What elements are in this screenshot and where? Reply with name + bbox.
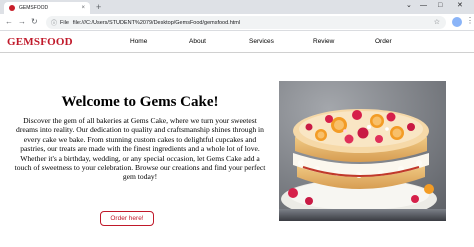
url-text[interactable]: file:///C:/Users/STUDENT%2079/Desktop/Ge… [73,20,240,26]
reload-icon[interactable]: ↻ [31,17,38,27]
profile-avatar[interactable] [452,17,462,27]
browser-menu-icon[interactable]: ⋮ [466,16,474,26]
browser-tabstrip: GEMSFOOD × + ⌄ — □ ✕ [0,0,474,14]
url-scheme-label: File [60,19,69,26]
close-tab-icon[interactable]: × [81,5,85,11]
site-header: GEMSFOOD Home About Services Review Orde… [0,31,474,53]
order-here-button[interactable]: Order here! [100,211,154,226]
hero-section: Welcome to Gems Cake! Discover the gem o… [0,54,474,247]
forward-arrow-icon[interactable]: → [18,17,26,27]
nav-review[interactable]: Review [313,38,334,45]
close-window-button[interactable]: ✕ [457,1,463,11]
back-arrow-icon[interactable]: ← [5,17,13,27]
hero-title: Welcome to Gems Cake! [61,94,219,110]
address-bar[interactable]: ⓘ File file:///C:/Users/STUDENT%2079/Des… [46,16,446,29]
nav-about[interactable]: About [189,38,206,45]
browser-toolbar: ← → ↻ ⓘ File file:///C:/Users/STUDENT%20… [0,14,474,31]
favicon-icon [9,5,15,11]
bookmark-star-icon[interactable]: ☆ [434,18,440,26]
hero-description: Discover the gem of all bakeries at Gems… [14,116,266,182]
tab-search-icon[interactable]: ⌄ [406,1,412,11]
info-icon[interactable]: ⓘ [51,18,57,27]
nav-home[interactable]: Home [130,38,147,45]
nav-order[interactable]: Order [375,38,392,45]
nav-services[interactable]: Services [249,38,274,45]
new-tab-button[interactable]: + [96,2,101,12]
tab-title: GEMSFOOD [19,5,49,11]
browser-tab[interactable]: GEMSFOOD × [4,2,90,14]
brand-logo[interactable]: GEMSFOOD [7,36,73,48]
minimize-button[interactable]: — [420,1,427,11]
cake-photo [279,81,446,221]
maximize-button[interactable]: □ [438,1,442,11]
